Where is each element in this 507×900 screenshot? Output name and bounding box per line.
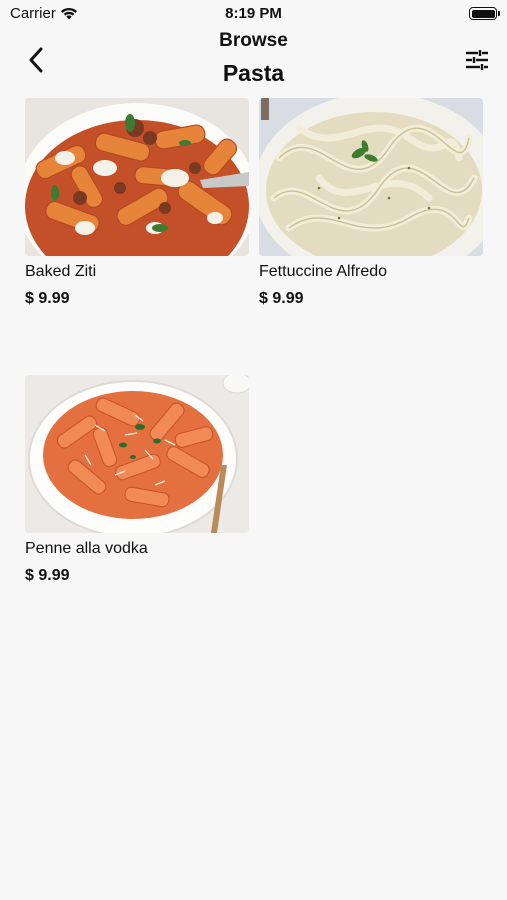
battery-icon	[469, 7, 500, 20]
product-image-baked-ziti	[25, 98, 249, 256]
sliders-icon	[466, 50, 488, 70]
product-price: $ 9.99	[259, 290, 304, 307]
status-bar: Carrier 8:19 PM	[0, 0, 507, 28]
product-price: $ 9.99	[25, 290, 70, 307]
page-title: Pasta	[222, 60, 285, 86]
product-image-penne-alla-vodka	[25, 375, 249, 533]
product-card-penne-alla-vodka[interactable]: Penne alla vodka $ 9.99	[25, 375, 249, 586]
filter-button[interactable]	[463, 46, 491, 74]
nav-subtitle: Browse	[219, 30, 288, 51]
chevron-left-icon	[29, 47, 43, 73]
product-card-fettuccine-alfredo[interactable]: Fettuccine Alfredo $ 9.99	[259, 98, 483, 309]
product-image-fettuccine-alfredo	[259, 98, 483, 256]
product-card-baked-ziti[interactable]: Baked Ziti $ 9.99	[25, 98, 249, 309]
product-name: Fettuccine Alfredo	[259, 263, 388, 280]
status-time: 8:19 PM	[225, 5, 282, 22]
back-button[interactable]	[22, 44, 50, 76]
product-name: Baked Ziti	[25, 263, 97, 280]
product-price: $ 9.99	[25, 567, 70, 584]
product-name: Penne alla vodka	[25, 540, 148, 557]
nav-bar: Browse Pasta	[0, 28, 507, 94]
